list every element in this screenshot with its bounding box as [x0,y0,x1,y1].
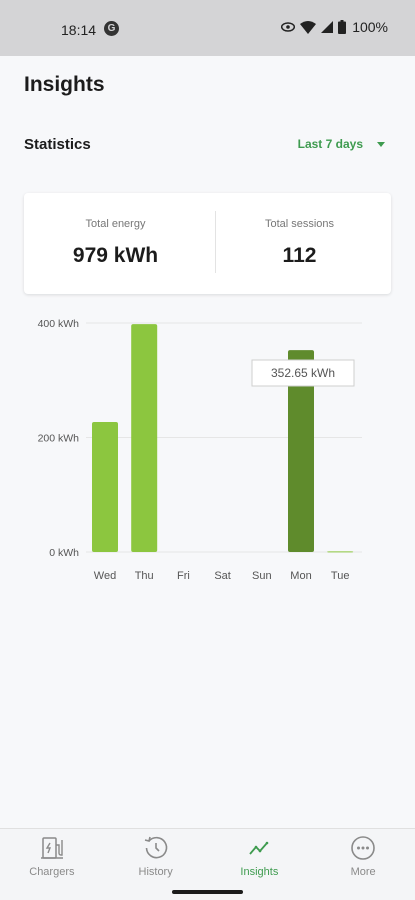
total-energy-section: Total energy 979 kWh [24,193,207,294]
tab-label: History [138,866,173,878]
more-icon [351,836,375,860]
x-tick-label: Wed [94,570,116,582]
bar[interactable] [327,551,354,553]
home-indicator[interactable] [172,890,243,894]
battery-icon [338,20,347,34]
bar[interactable] [92,422,118,552]
value-tooltip-text: 352.65 kWh [271,366,335,380]
notification-icon: G [104,21,119,36]
date-range-label: Last 7 days [297,137,363,151]
tab-history[interactable]: History [104,829,208,887]
tab-label: Chargers [29,866,75,878]
tab-more[interactable]: More [311,829,415,887]
x-tick-label: Thu [135,570,154,582]
x-tick-label: Sat [214,570,231,582]
energy-bar-chart[interactable]: 400 kWh 200 kWh 0 kWh Wed Thu Fri Sat Sun Mon Tue… [0,300,415,600]
y-tick-label: 200 kWh [38,433,80,445]
x-tick-label: Mon [290,570,311,582]
y-tick-label: 400 kWh [38,318,80,330]
insights-icon [249,841,269,855]
signal-icon [321,21,334,33]
tab-insights[interactable]: Insights [208,829,312,887]
bottom-navigation: Chargers History Insights More [0,828,415,887]
charger-icon [40,837,63,859]
caret-down-icon [377,141,385,147]
date-range-dropdown[interactable]: Last 7 days [298,137,385,151]
summary-card: Total energy 979 kWh Total sessions 112 [24,193,391,294]
total-sessions-label: Total sessions [264,218,335,230]
tab-label: Insights [240,866,279,878]
y-tick-label: 0 kWh [49,547,79,559]
eye-icon [281,22,296,32]
bar[interactable] [131,324,158,552]
battery-percentage: 100% [352,19,388,35]
history-icon [144,836,167,859]
status-bar: 18:14 G 100% [0,0,415,56]
status-icons: 100% [281,19,388,35]
total-sessions-value: 112 [282,244,317,267]
x-tick-label: Fri [177,570,190,582]
total-energy-label: Total energy [85,218,146,230]
x-tick-label: Sun [252,570,272,582]
statistics-heading: Statistics [24,136,91,153]
total-energy-value: 979 kWh [72,244,159,267]
page-title: Insights [24,73,105,96]
wifi-icon [300,20,317,34]
total-sessions-section: Total sessions 112 [208,193,391,294]
tab-label: More [350,866,376,878]
x-tick-label: Tue [331,570,350,582]
tab-chargers[interactable]: Chargers [0,829,104,887]
status-time: 18:14 [61,22,97,38]
